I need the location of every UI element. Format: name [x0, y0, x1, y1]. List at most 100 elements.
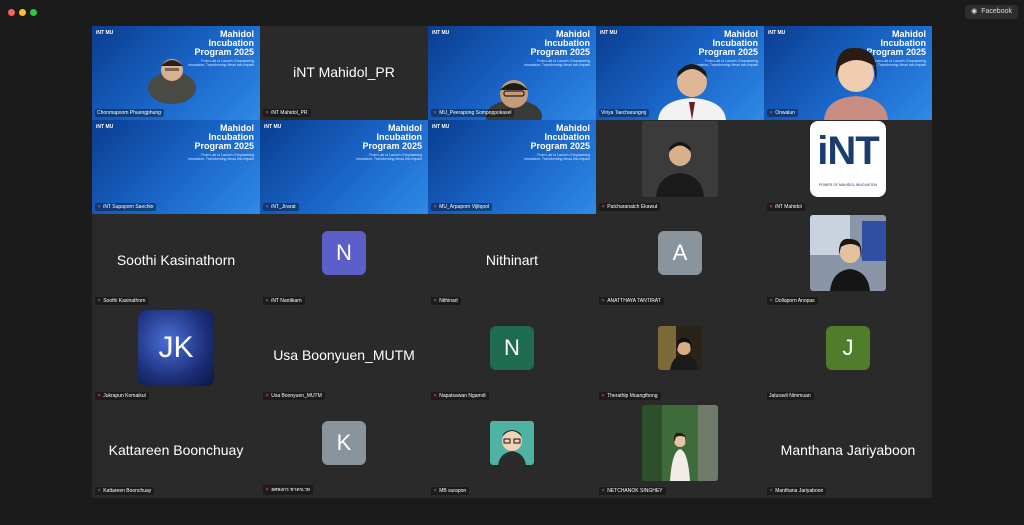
virtual-background-banner: iNT MU Mahidol Incubation Program 2025 Fro… [260, 120, 428, 214]
participant-name-label: ✕ iNT Supaporn Saechio [95, 203, 157, 211]
participant-tile[interactable]: ✕ Patcharanatch Ekawut [596, 120, 764, 214]
participant-name-label: ✕ iNT Mahidol_PR [263, 109, 311, 117]
participant-name-label: ✕ Jukrapun Komaikul [95, 392, 149, 400]
participant-profile-photo [658, 325, 702, 370]
participant-avatar: J [826, 325, 870, 370]
participant-tile[interactable]: K ✕ ยศพงกร ชาตรเวท [260, 403, 428, 498]
window-titlebar: ◉ Facebook [0, 0, 1024, 24]
participant-tile[interactable]: ✕ Therathip Muangthong [596, 308, 764, 403]
minimize-window-button[interactable] [19, 9, 26, 16]
participant-name-label: ✕ Kattareen Boonchuay [95, 487, 155, 495]
profile-photo-image [658, 325, 702, 370]
participant-tile[interactable]: ✕ MB surapon [428, 403, 596, 498]
mic-muted-icon: ✕ [433, 488, 438, 494]
mic-muted-icon: ✕ [433, 393, 438, 399]
participant-name-label: Jaturavit Nimmuan [767, 392, 814, 400]
participant-tile[interactable]: ✕ NETCHANOK SINGHEY [596, 403, 764, 498]
int-logo: iNT [817, 129, 879, 174]
participant-tile[interactable]: Kattareen Boonchuay ✕ Kattareen Boonchuay [92, 403, 260, 498]
live-stream-icon: ◉ [971, 8, 978, 15]
participant-tile[interactable]: iNT POWER OF MAHIDOL INNOVATION ✕ iNT Mah… [764, 120, 932, 214]
banner-title: Mahidol Incubation Program 2025 [530, 123, 590, 151]
participant-profile-photo [490, 420, 534, 465]
participant-tile-active-speaker[interactable]: iNT MU Mahidol Incubation Program 2025 Fro… [596, 26, 764, 120]
participant-name-label: ✕ MU_Arpaporn Vijitqool [431, 203, 493, 211]
participant-name-label: ✕ ยศพงกร ชาตรเวท [263, 485, 314, 495]
participant-name-label: Viriya Taecharungroj [599, 109, 650, 117]
participant-name-label: Chonmapoom Phuengphung [95, 109, 164, 117]
mic-muted-icon: ✕ [265, 298, 270, 304]
participant-tile[interactable]: Manthana Jariyaboon ✕ Manthana Jariyaboon [764, 403, 932, 498]
mic-muted-icon: ✕ [97, 488, 102, 494]
participant-video [824, 47, 888, 120]
mic-muted-icon: ✕ [433, 298, 438, 304]
participant-tile[interactable]: iNT MU Mahidol Incubation Program 2025 Fro… [92, 26, 260, 120]
participant-initials: JK [158, 330, 194, 364]
int-logo-caption: POWER OF MAHIDOL INNOVATION [818, 183, 878, 188]
participant-tile[interactable]: N ✕ iNT Nantikarn [260, 214, 428, 308]
participant-name-label: ✕ ANATTHAYA TANTIRAT [599, 297, 664, 305]
participant-tile[interactable]: iNT Mahidol_PR ✕ iNT Mahidol_PR [260, 26, 428, 120]
participant-name-label: ✕ Napatsawan Ngamdi [431, 392, 489, 400]
mic-muted-icon: ✕ [433, 204, 438, 210]
participant-tile[interactable]: iNT MU Mahidol Incubation Program 2025 Fro… [428, 26, 596, 120]
mic-muted-icon: ✕ [769, 204, 774, 210]
banner-subtitle: From Lab to Launch: Empowering Innovatio… [523, 153, 590, 161]
participant-name-label: ✕ iNT_Jirarat [263, 203, 299, 211]
participant-tile[interactable]: A ✕ ANATTHAYA TANTIRAT [596, 214, 764, 308]
participant-name-label: ✕ Patcharanatch Ekawut [599, 203, 661, 211]
participant-tile[interactable]: JK ✕ Jukrapun Komaikul [92, 308, 260, 403]
mic-muted-icon: ✕ [601, 204, 606, 210]
participant-tile[interactable]: N ✕ Napatsawan Ngamdi [428, 308, 596, 403]
profile-photo-image [642, 121, 718, 198]
banner-subtitle: From Lab to Launch: Empowering Innovatio… [355, 153, 422, 161]
profile-photo-image [810, 215, 886, 292]
mic-muted-icon: ✕ [433, 110, 438, 116]
participant-display-name: Usa Boonyuen_MUTM [273, 346, 415, 363]
participant-name-label: ✕ Nithinart [431, 297, 461, 305]
participant-tile[interactable]: J Jaturavit Nimmuan [764, 308, 932, 403]
banner-title: Mahidol Incubation Program 2025 [362, 123, 422, 151]
banner-title: Mahidol Incubation Program 2025 [194, 123, 254, 151]
participant-name-label: ✕ Therathip Muangthong [599, 392, 661, 400]
close-window-button[interactable] [8, 9, 15, 16]
cartoon-avatar-image [490, 420, 534, 465]
mic-muted-icon: ✕ [601, 488, 606, 494]
participant-tile[interactable]: iNT MU Mahidol Incubation Program 2025 Fro… [764, 26, 932, 120]
participant-name-label: ✕ Usa Boonyuen_MUTM [263, 392, 325, 400]
mic-muted-icon: ✕ [265, 110, 270, 116]
participant-display-name: Kattareen Boonchuay [108, 441, 244, 458]
participant-tile[interactable]: ✕ Dollaporn Anopas [764, 214, 932, 308]
participant-tile[interactable]: Nithinart ✕ Nithinart [428, 214, 596, 308]
participant-name-label: ✕ Onwalun [767, 109, 798, 117]
participant-name-label: ✕ Soothi Kasinathorn [95, 297, 149, 305]
mic-muted-icon: ✕ [265, 487, 270, 493]
participant-avatar: N [490, 325, 534, 370]
facebook-live-button[interactable]: ◉ Facebook [965, 5, 1018, 19]
participant-display-name: iNT Mahidol_PR [293, 64, 395, 81]
participant-video [486, 80, 542, 120]
mic-muted-icon: ✕ [97, 393, 102, 399]
banner-subtitle: From Lab to Launch: Empowering Innovatio… [187, 153, 254, 161]
participant-profile-photo [642, 121, 718, 198]
participant-display-name: Soothi Kasinathorn [116, 252, 236, 269]
virtual-background-banner: iNT MU Mahidol Incubation Program 2025 Fro… [92, 120, 260, 214]
participant-profile-photo [810, 215, 886, 292]
banner-logo: iNT MU [96, 124, 114, 130]
maximize-window-button[interactable] [30, 9, 37, 16]
participant-tile[interactable]: Usa Boonyuen_MUTM ✕ Usa Boonyuen_MUTM [260, 308, 428, 403]
participant-tile[interactable]: iNT MU Mahidol Incubation Program 2025 Fro… [92, 120, 260, 214]
participant-tile[interactable]: iNT MU Mahidol Incubation Program 2025 Fro… [428, 120, 596, 214]
participant-tile[interactable]: iNT MU Mahidol Incubation Program 2025 Fro… [260, 120, 428, 214]
mic-muted-icon: ✕ [97, 204, 102, 210]
participant-profile-photo: iNT POWER OF MAHIDOL INNOVATION [810, 121, 886, 198]
participant-video [658, 64, 726, 120]
participant-profile-photo: JK [138, 309, 214, 386]
mic-muted-icon: ✕ [265, 393, 270, 399]
mic-muted-icon: ✕ [769, 298, 774, 304]
mic-muted-icon: ✕ [769, 110, 774, 116]
participant-name-label: ✕ MB surapon [431, 487, 470, 495]
participant-tile[interactable]: Soothi Kasinathorn ✕ Soothi Kasinathorn [92, 214, 260, 308]
mic-muted-icon: ✕ [769, 488, 774, 494]
participant-name-label: ✕ iNT Mahidol [767, 203, 805, 211]
